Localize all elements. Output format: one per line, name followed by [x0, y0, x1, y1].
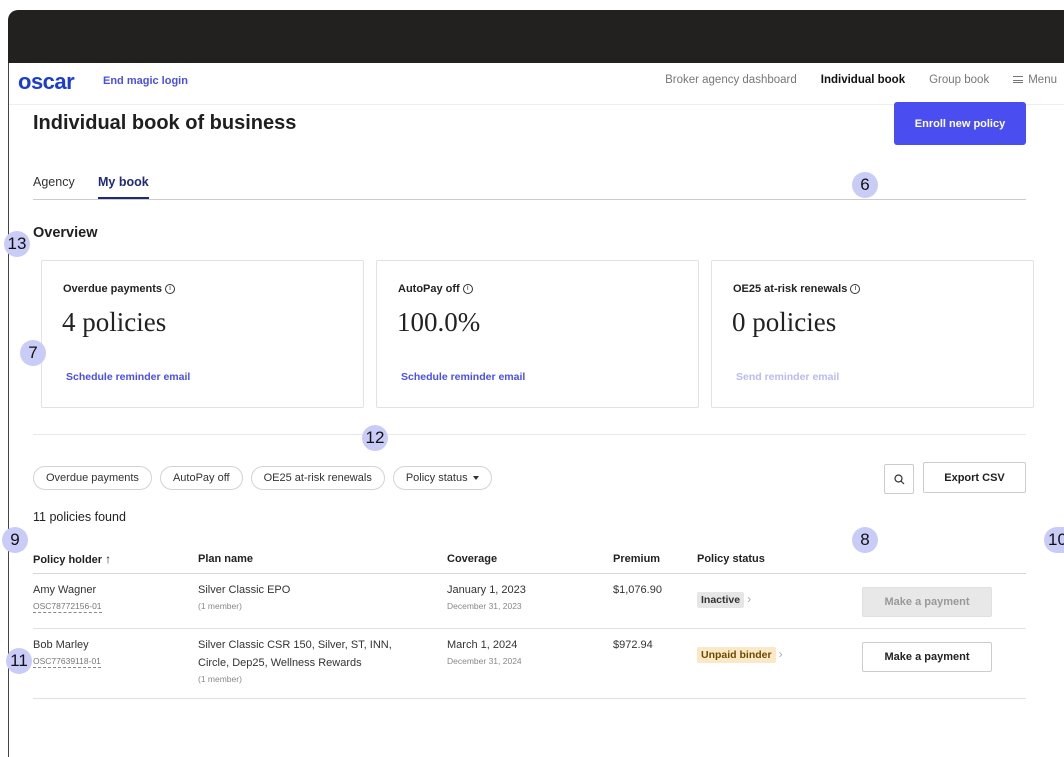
- chip-autopay-off[interactable]: AutoPay off: [159, 466, 243, 490]
- policy-status-cell[interactable]: Inactive ›: [697, 573, 862, 629]
- card-value: 0 policies: [732, 307, 837, 337]
- tab-my-book[interactable]: My book: [98, 175, 149, 199]
- section-divider: [33, 434, 1026, 435]
- annotation-badge-6: 6: [852, 172, 878, 198]
- card-autopay-off: AutoPay off i 100.0% Schedule reminder em…: [376, 260, 699, 408]
- coverage-cell: January 1, 2023 December 31, 2023: [447, 573, 613, 629]
- make-payment-button[interactable]: Make a payment: [862, 641, 992, 672]
- annotation-badge-13: 13: [4, 231, 30, 257]
- status-badge: Unpaid binder: [697, 646, 776, 663]
- export-csv-button[interactable]: Export CSV: [923, 462, 1026, 493]
- card-value: 4 policies: [62, 307, 167, 337]
- annotation-badge-8: 8: [852, 527, 878, 553]
- annotation-badge-12: 12: [362, 425, 388, 451]
- card-label: Overdue payments i: [63, 283, 176, 295]
- make-payment-button: Make a payment: [862, 586, 992, 617]
- nav-links: Broker agency dashboard Individual book …: [665, 74, 1057, 86]
- caret-down-icon: [472, 476, 479, 480]
- policies-table: Policy holder ↑ Plan name Coverage Premi…: [33, 545, 1026, 699]
- nav-menu-label: Menu: [1028, 74, 1057, 86]
- card-oe25-at-risk-renewals: OE25 at-risk renewals i 0 policies Send r…: [711, 260, 1034, 408]
- nav-menu[interactable]: Menu: [1013, 74, 1057, 86]
- header-policy-status: Policy status: [697, 545, 862, 574]
- action-cell: Make a payment: [862, 573, 1026, 629]
- annotation-badge-7: 7: [20, 340, 46, 366]
- card-overdue-payments: Overdue payments i 4 policies Schedule re…: [41, 260, 364, 408]
- action-cell: Make a payment: [862, 628, 1026, 699]
- policy-holder-name[interactable]: Amy Wagner: [33, 584, 198, 596]
- search-icon: [893, 473, 904, 484]
- info-icon[interactable]: i: [462, 284, 473, 295]
- tab-agency[interactable]: Agency: [33, 175, 75, 189]
- oscar-logo[interactable]: oscar: [18, 69, 75, 95]
- policy-holder-name[interactable]: Bob Marley: [33, 639, 198, 651]
- page-title: Individual book of business: [33, 112, 297, 134]
- chip-overdue-payments[interactable]: Overdue payments: [33, 466, 152, 490]
- overview-title: Overview: [33, 225, 98, 241]
- nav-broker-agency-dashboard[interactable]: Broker agency dashboard: [665, 74, 797, 86]
- header-premium: Premium: [613, 545, 697, 574]
- table-row: Amy Wagner OSC78772156-01 Silver Classic …: [33, 573, 1026, 629]
- nav-group-book[interactable]: Group book: [929, 74, 989, 86]
- policy-status-cell[interactable]: Unpaid binder ›: [697, 628, 862, 699]
- search-button[interactable]: [884, 464, 914, 494]
- enroll-new-policy-button[interactable]: Enroll new policy: [894, 102, 1026, 145]
- policy-holder-cell: Amy Wagner OSC78772156-01: [33, 573, 198, 629]
- plan-name-cell: Silver Classic CSR 150, Silver, ST, INN,…: [198, 628, 447, 699]
- info-icon[interactable]: i: [850, 284, 861, 295]
- nav-individual-book[interactable]: Individual book: [821, 74, 905, 86]
- header-coverage: Coverage: [447, 545, 613, 574]
- send-reminder-email-link: Send reminder email: [736, 371, 840, 383]
- annotation-badge-10: 10: [1044, 527, 1064, 553]
- policy-id[interactable]: OSC77639118-01: [33, 656, 101, 668]
- hamburger-icon: [1013, 76, 1024, 84]
- info-icon[interactable]: i: [165, 284, 176, 295]
- header-policy-holder[interactable]: Policy holder ↑: [33, 545, 198, 574]
- top-nav: oscar End magic login Broker agency dash…: [9, 63, 1064, 105]
- card-label: AutoPay off i: [398, 283, 473, 295]
- premium-cell: $972.94: [613, 628, 697, 699]
- results-count: 11 policies found: [33, 510, 126, 524]
- table-row: Bob Marley OSC77639118-01 Silver Classic …: [33, 628, 1026, 699]
- chevron-right-icon: ›: [778, 646, 783, 661]
- sort-up-arrow-icon: ↑: [105, 551, 112, 566]
- chevron-right-icon: ›: [747, 591, 752, 606]
- schedule-reminder-email-link[interactable]: Schedule reminder email: [66, 371, 190, 383]
- filter-chips: Overdue payments AutoPay off OE25 at-ris…: [33, 466, 492, 490]
- card-label: OE25 at-risk renewals i: [733, 283, 861, 295]
- table-header-row: Policy holder ↑ Plan name Coverage Premi…: [33, 545, 1026, 574]
- plan-name-cell: Silver Classic EPO (1 member): [198, 573, 447, 629]
- schedule-reminder-email-link[interactable]: Schedule reminder email: [401, 371, 525, 383]
- header-actions: [862, 545, 1026, 574]
- annotation-badge-11: 11: [6, 648, 32, 674]
- premium-cell: $1,076.90: [613, 573, 697, 629]
- annotation-badge-9: 9: [2, 527, 28, 553]
- policy-id[interactable]: OSC78772156-01: [33, 601, 102, 613]
- chip-policy-status-dropdown[interactable]: Policy status: [392, 466, 492, 490]
- status-badge: Inactive: [697, 591, 745, 608]
- header-plan-name: Plan name: [198, 545, 447, 574]
- end-magic-login-link[interactable]: End magic login: [103, 75, 188, 87]
- chip-oe25-at-risk-renewals[interactable]: OE25 at-risk renewals: [250, 466, 385, 490]
- card-value: 100.0%: [397, 307, 481, 337]
- policy-holder-cell: Bob Marley OSC77639118-01: [33, 628, 198, 699]
- browser-top-bar: [8, 10, 1064, 63]
- coverage-cell: March 1, 2024 December 31, 2024: [447, 628, 613, 699]
